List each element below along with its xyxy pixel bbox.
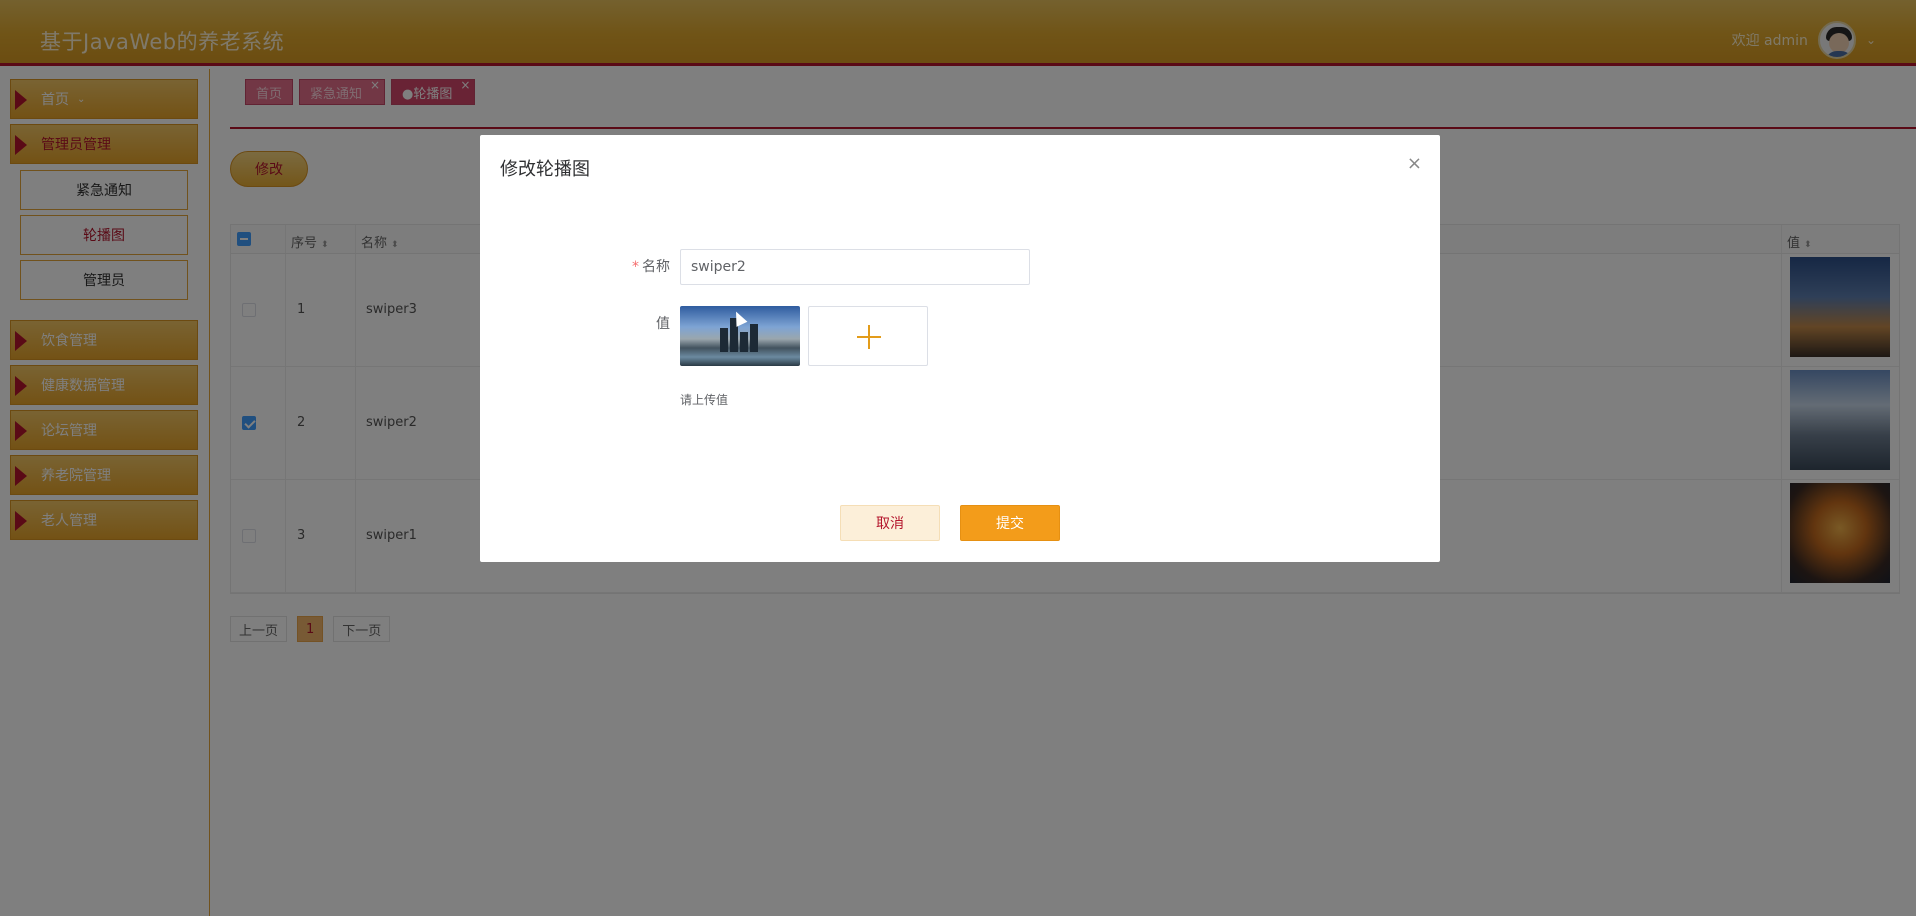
name-label: * 名称 (632, 259, 670, 275)
cancel-button[interactable]: 取消 (840, 505, 940, 541)
edit-carousel-dialog: 修改轮播图 × *名称 值 请上传值 取消 提交 (480, 135, 1440, 562)
upload-button[interactable] (808, 306, 928, 366)
value-label: 值 (656, 316, 670, 332)
upload-hint: 请上传值 (680, 393, 729, 407)
name-input[interactable] (680, 249, 1030, 285)
plus-icon (868, 325, 870, 349)
submit-button[interactable]: 提交 (960, 505, 1060, 541)
uploaded-image-thumbnail[interactable] (680, 306, 800, 366)
dialog-title: 修改轮播图 (500, 159, 590, 180)
close-icon[interactable]: × (1407, 153, 1422, 174)
